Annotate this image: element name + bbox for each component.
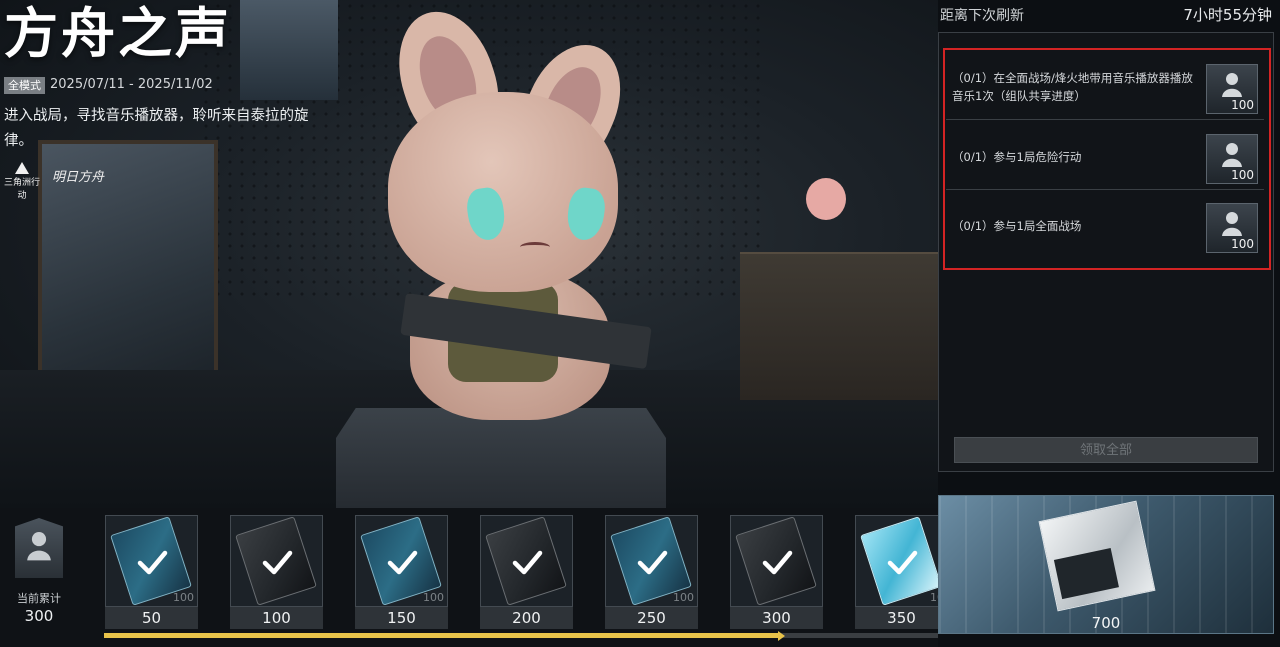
arknights-logo: 明日方舟	[52, 170, 105, 185]
milestone-card	[730, 515, 823, 607]
delta-triangle-icon	[15, 162, 29, 174]
milestone-item[interactable]: 200	[480, 515, 573, 629]
milestone-item-count: 100	[423, 591, 444, 604]
delta-force-logo: 三角洲行动	[4, 162, 40, 201]
milestone-card: 100	[105, 515, 198, 607]
milestone-card	[230, 515, 323, 607]
ammo-crate	[740, 252, 938, 400]
milestone-item[interactable]: 100	[230, 515, 323, 629]
checkmark-icon	[262, 550, 293, 575]
cumulative-progress: 当前累计 300	[0, 518, 78, 626]
task-reward-slot[interactable]: 100	[1206, 134, 1258, 184]
progress-fill	[104, 633, 780, 638]
task-row: （0/1）在全面战场/烽火地带用音乐播放器播放音乐1次（组队共享进度） 100	[946, 54, 1264, 120]
milestone-card: 100	[605, 515, 698, 607]
milestone-threshold: 200	[480, 607, 573, 629]
cumulative-label: 当前累计	[17, 592, 61, 605]
mode-badge: 全模式	[4, 77, 45, 94]
milestone-threshold: 350	[855, 607, 948, 629]
milestone-threshold: 100	[230, 607, 323, 629]
task-reward-amount: 100	[1231, 237, 1254, 251]
milestone-item[interactable]: 10 350	[855, 515, 948, 629]
milestone-item[interactable]: 100 150	[355, 515, 448, 629]
task-label: （0/1）参与1局全面战场	[952, 219, 1082, 233]
checkmark-icon	[887, 550, 918, 575]
avatar-icon	[1222, 212, 1242, 236]
task-text: （0/1）参与1局全面战场	[952, 193, 1204, 259]
milestone-item-count: 100	[173, 591, 194, 604]
checkmark-icon	[637, 550, 668, 575]
milestone-item[interactable]: 300	[730, 515, 823, 629]
task-label: （0/1）参与1局危险行动	[952, 150, 1082, 164]
milestone-card: 100	[355, 515, 448, 607]
milestone-card	[480, 515, 573, 607]
progress-marker	[778, 631, 785, 641]
delta-force-logo-text: 三角洲行动	[4, 178, 41, 201]
task-text: （0/1）在全面战场/烽火地带用音乐播放器播放音乐1次（组队共享进度）	[952, 54, 1204, 120]
task-reward-slot[interactable]: 100	[1206, 203, 1258, 253]
checkmark-icon	[387, 550, 418, 575]
cumulative-value: 300	[24, 607, 54, 625]
milestone-item-count: 100	[673, 591, 694, 604]
avatar-icon	[1222, 73, 1242, 97]
refresh-countdown: 7小时55分钟	[1183, 6, 1272, 24]
task-row: （0/1）参与1局危险行动 100	[946, 124, 1264, 190]
task-row: （0/1）参与1局全面战场 100	[946, 193, 1264, 259]
checkmark-icon	[762, 550, 793, 575]
pedestal	[336, 408, 666, 508]
task-reward-amount: 100	[1231, 98, 1254, 112]
player-badge-icon	[15, 518, 63, 578]
event-title: 方舟之声	[4, 2, 232, 65]
milestone-threshold: 300	[730, 607, 823, 629]
checkmark-icon	[512, 550, 543, 575]
claim-all-button[interactable]: 领取全部	[954, 437, 1258, 463]
task-reward-slot[interactable]: 100	[1206, 64, 1258, 114]
task-reward-amount: 100	[1231, 168, 1254, 182]
milestone-threshold: 150	[355, 607, 448, 629]
bunny-mouth	[520, 242, 550, 252]
task-text: （0/1）参与1局危险行动	[952, 124, 1204, 190]
event-date-range: 2025/07/11 - 2025/11/02	[50, 77, 213, 92]
event-description: 进入战局，寻找音乐播放器，聆听来自泰拉的旋律。	[4, 108, 309, 149]
small-bunny-figure	[806, 178, 846, 220]
avatar-icon	[27, 532, 51, 561]
milestone-item[interactable]: 100 50	[105, 515, 198, 629]
poster-image	[240, 0, 338, 100]
milestone-threshold: 250	[605, 607, 698, 629]
refresh-label: 距离下次刷新	[940, 8, 1024, 24]
grand-reward-value: 700	[1091, 614, 1121, 632]
checkmark-icon	[137, 550, 168, 575]
avatar-icon	[1222, 143, 1242, 167]
milestone-threshold: 50	[105, 607, 198, 629]
milestone-card: 10	[855, 515, 948, 607]
milestone-item[interactable]: 100 250	[605, 515, 698, 629]
task-label: （0/1）在全面战场/烽火地带用音乐播放器播放音乐1次（组队共享进度）	[952, 71, 1193, 103]
item-label-stripe	[1053, 547, 1119, 600]
